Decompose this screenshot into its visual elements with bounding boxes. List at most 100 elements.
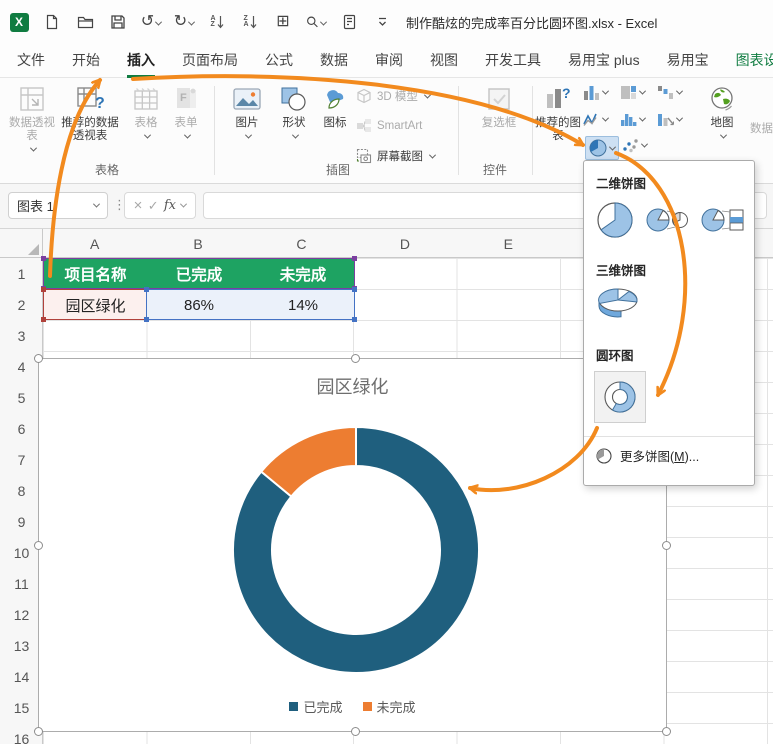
chart-resize-handle[interactable]	[662, 727, 671, 736]
column-header[interactable]: D	[353, 229, 456, 258]
3d-model-icon	[357, 88, 371, 104]
column-header[interactable]: E	[457, 229, 560, 258]
cell-c1[interactable]: 未完成	[251, 259, 355, 289]
row-header[interactable]: 8	[0, 475, 43, 506]
row-header[interactable]: 5	[0, 382, 43, 413]
column-header[interactable]: C	[250, 229, 353, 258]
ribbon-tab[interactable]: 文件	[17, 43, 45, 78]
pivot-table-button[interactable]: 数据透视表	[6, 84, 58, 156]
row-header[interactable]: 2	[0, 289, 43, 320]
maps-button[interactable]: 地图	[700, 84, 744, 143]
chart-resize-handle[interactable]	[662, 541, 671, 550]
table-button[interactable]: 表格	[126, 84, 166, 143]
chart-resize-handle[interactable]	[351, 354, 360, 363]
shapes-button[interactable]: 形状	[272, 84, 316, 143]
ribbon-tab[interactable]: 数据	[320, 43, 348, 78]
checkbox-icon	[486, 84, 512, 114]
fx-chevron-icon[interactable]	[180, 200, 188, 208]
doughnut-plot[interactable]	[226, 420, 486, 680]
doughnut-option-selected[interactable]	[594, 371, 646, 423]
row-header[interactable]: 14	[0, 661, 43, 692]
pie-chart-dropdown: 二维饼图 三维饼图 圆环图 更多饼图(M)...	[583, 160, 755, 486]
chart-resize-handle[interactable]	[34, 541, 43, 550]
smartart-button[interactable]: SmartArt	[356, 118, 422, 134]
sort-ascending-icon[interactable]: AZ	[207, 12, 227, 32]
open-folder-icon[interactable]	[75, 12, 95, 32]
undo-icon[interactable]: ↺	[141, 12, 163, 32]
globe-icon	[708, 84, 736, 114]
ribbon-tab[interactable]: 开始	[72, 43, 100, 78]
ribbon-tab[interactable]: 开发工具	[485, 43, 541, 78]
chart-title[interactable]: 园区绿化	[39, 373, 666, 399]
insert-scatter-chart-button[interactable]	[622, 138, 649, 153]
3d-models-button[interactable]: 3D 模型	[356, 88, 431, 104]
name-box-chevron-icon[interactable]	[92, 200, 101, 208]
insert-waterfall-chart-button[interactable]	[657, 85, 684, 100]
row-header[interactable]: 15	[0, 692, 43, 723]
cell-b2[interactable]: 86%	[147, 290, 251, 320]
row-header[interactable]: 7	[0, 444, 43, 475]
cell-a2[interactable]: 园区绿化	[44, 290, 147, 320]
ribbon-tab[interactable]: 页面布局	[182, 43, 238, 78]
cell-b1[interactable]: 已完成	[147, 259, 251, 289]
ribbon-tab[interactable]: 视图	[430, 43, 458, 78]
pictures-button[interactable]: 图片	[224, 84, 270, 143]
insert-function-icon[interactable]: fx	[164, 198, 176, 213]
svg-text:F: F	[180, 92, 187, 104]
icons-button[interactable]: 图标	[318, 84, 352, 130]
recommended-charts-button[interactable]: ? 推荐的图表	[535, 84, 581, 143]
chart-resize-handle[interactable]	[351, 727, 360, 736]
new-file-icon[interactable]	[42, 12, 62, 32]
chart-resize-handle[interactable]	[34, 727, 43, 736]
table-icon	[133, 84, 159, 114]
recommended-pivot-button[interactable]: ? 推荐的数据透视表	[58, 84, 122, 143]
insert-hierarchy-chart-button[interactable]	[620, 85, 647, 100]
ribbon-tab[interactable]: 插入	[127, 43, 155, 78]
collapse-ribbon-icon[interactable]	[372, 12, 392, 32]
cell-a1[interactable]: 项目名称	[44, 259, 147, 289]
svg-text:?: ?	[562, 86, 571, 101]
pie-2d-option[interactable]	[594, 199, 636, 244]
ribbon-tab[interactable]: 审阅	[375, 43, 403, 78]
borders-icon[interactable]: ⊞	[273, 12, 293, 32]
ribbon-tab[interactable]: 易用宝	[667, 43, 709, 78]
ribbon-layout-icon[interactable]	[339, 12, 359, 32]
ribbon-tab[interactable]: 图表设计	[736, 43, 773, 78]
group-label-tables: 表格	[94, 163, 119, 177]
bar-of-pie-option[interactable]	[700, 205, 746, 238]
insert-line-chart-button[interactable]	[583, 112, 610, 127]
ribbon-tab[interactable]: 易用宝 plus	[568, 43, 640, 78]
cancel-icon[interactable]: ×	[134, 197, 143, 214]
insert-combo-chart-button[interactable]	[657, 112, 684, 127]
legend-label: 未完成	[376, 700, 416, 715]
row-header[interactable]: 3	[0, 320, 43, 351]
cell-c2[interactable]: 14%	[251, 290, 355, 320]
pie-3d-option[interactable]	[594, 286, 642, 325]
form-button[interactable]: F 表单	[166, 84, 206, 143]
sort-descending-icon[interactable]: ZA	[240, 12, 260, 32]
document-title: 制作酷炫的完成率百分比圆环图.xlsx - Excel	[406, 15, 658, 31]
row-header[interactable]: 11	[0, 568, 43, 599]
column-header[interactable]: A	[43, 229, 146, 258]
checkbox-control-button[interactable]: 复选框	[474, 84, 524, 130]
doughnut-chart-object[interactable]: 园区绿化 已完成 未完成	[34, 354, 671, 736]
name-box[interactable]: 图表 1	[8, 192, 108, 219]
select-all-corner[interactable]	[0, 229, 43, 258]
chart-resize-handle[interactable]	[34, 354, 43, 363]
ribbon-tab[interactable]: 公式	[265, 43, 293, 78]
pie-of-pie-option[interactable]	[645, 205, 691, 238]
row-header[interactable]: 12	[0, 599, 43, 630]
row-header[interactable]: 6	[0, 413, 43, 444]
insert-column-chart-button[interactable]	[583, 85, 610, 100]
save-icon[interactable]	[108, 12, 128, 32]
insert-histogram-chart-button[interactable]	[620, 112, 647, 127]
doughnut-option-icon	[604, 381, 636, 413]
row-header[interactable]: 9	[0, 506, 43, 537]
row-header[interactable]: 13	[0, 630, 43, 661]
more-pie-charts-item[interactable]: 更多饼图(M)...	[594, 446, 744, 465]
column-header[interactable]: B	[146, 229, 249, 258]
row-header[interactable]: 1	[0, 258, 43, 289]
enter-icon[interactable]: ✓	[148, 198, 159, 214]
search-icon[interactable]	[306, 12, 328, 32]
insert-pie-chart-button[interactable]	[585, 136, 619, 160]
